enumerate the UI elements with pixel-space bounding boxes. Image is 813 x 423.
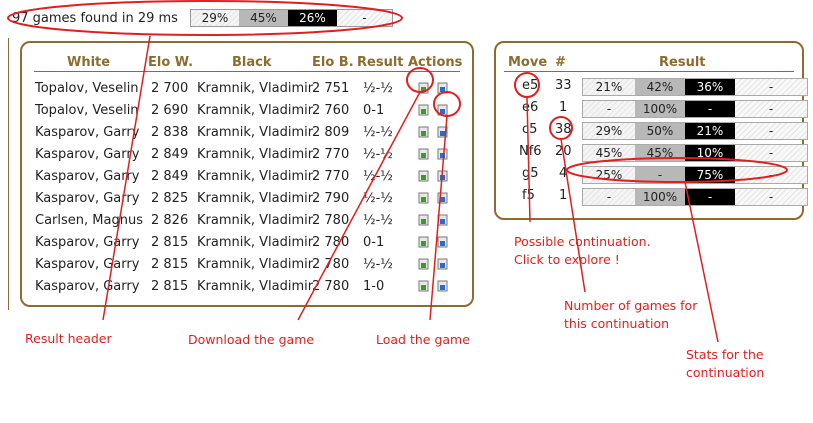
- load-pointer: [429, 115, 448, 321]
- stats-highlight-ellipse: [566, 157, 788, 183]
- annotation-num-games: Number of games for this continuation: [564, 298, 698, 331]
- load-highlight-circle: [433, 91, 461, 117]
- continuation-pointer: [526, 96, 531, 223]
- annotation-result-header: Result header: [25, 331, 112, 346]
- summary-highlight-ellipse: [7, 0, 403, 36]
- count-highlight-circle: [549, 116, 573, 140]
- num-games-pointer: [560, 138, 586, 293]
- download-pointer: [297, 91, 421, 321]
- annotation-stats: Stats for the continuation: [686, 347, 765, 380]
- download-highlight-circle: [406, 67, 434, 93]
- annotation-download: Download the game: [188, 332, 315, 347]
- result-header-pointer: [102, 35, 151, 321]
- annotation-continuation: Possible continuation. Click to explore …: [514, 234, 651, 267]
- move-highlight-circle: [514, 72, 540, 98]
- annotation-load: Load the game: [376, 332, 470, 347]
